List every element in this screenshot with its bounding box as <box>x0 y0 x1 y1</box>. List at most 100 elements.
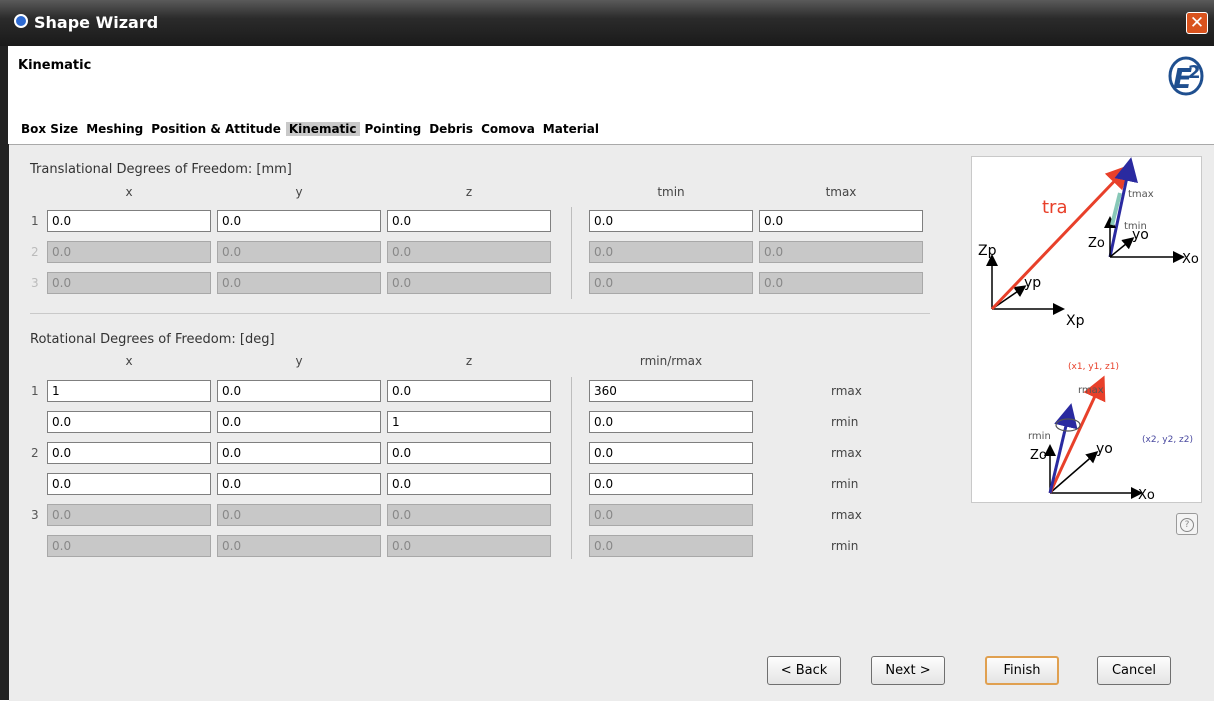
trans-tmin-field[interactable] <box>589 241 753 263</box>
trans-header-z: z <box>465 185 473 199</box>
rot-row-label: rmax <box>831 508 862 522</box>
rot-rmin-rmax-field[interactable] <box>589 473 753 495</box>
app-icon <box>14 14 28 28</box>
label-rmax: rmax <box>1078 385 1104 396</box>
trans-z-field[interactable] <box>387 272 551 294</box>
rot-rmin-rmax-field[interactable] <box>589 380 753 402</box>
tab-box-size[interactable]: Box Size <box>18 122 81 136</box>
rot-z-field[interactable] <box>387 411 551 433</box>
page-title: Kinematic <box>18 58 92 73</box>
next-button[interactable]: Next > <box>871 656 945 685</box>
trans-y-field[interactable] <box>217 210 381 232</box>
tab-debris[interactable]: Debris <box>426 122 476 136</box>
label-tmax: tmax <box>1128 189 1154 200</box>
rot-z-field[interactable] <box>387 473 551 495</box>
rot-z-field[interactable] <box>387 504 551 526</box>
rot-row-number: 2 <box>31 446 39 460</box>
trans-tmax-field[interactable] <box>759 241 923 263</box>
rot-x-field[interactable] <box>47 411 211 433</box>
rot-rmin-rmax-field[interactable] <box>589 442 753 464</box>
close-button[interactable]: ✕ <box>1186 12 1208 34</box>
rot-z-field[interactable] <box>387 442 551 464</box>
rot-x-field[interactable] <box>47 380 211 402</box>
tab-material[interactable]: Material <box>540 122 602 136</box>
trans-tmax-field[interactable] <box>759 210 923 232</box>
kinematic-diagram: tra tmax tmin Zp yp Xp Zo yo Xo (x1, y1,… <box>971 156 1202 503</box>
label-yo-rot: yo <box>1096 441 1113 457</box>
tab-comova[interactable]: Comova <box>478 122 538 136</box>
rot-x-field[interactable] <box>47 442 211 464</box>
rot-x-field[interactable] <box>47 473 211 495</box>
trans-x-field[interactable] <box>47 272 211 294</box>
rot-row-label: rmax <box>831 446 862 460</box>
trans-header-x: x <box>125 185 133 199</box>
rot-z-field[interactable] <box>387 380 551 402</box>
label-xo: Xo <box>1182 252 1199 267</box>
label-xo-rot: Xo <box>1138 488 1155 502</box>
label-yp: yp <box>1024 275 1041 291</box>
svg-text:2: 2 <box>1188 62 1201 83</box>
help-icon: ? <box>1180 518 1194 532</box>
trans-x-field[interactable] <box>47 241 211 263</box>
rot-header-rmin-rmax: rmin/rmax <box>639 354 703 368</box>
rot-rmin-rmax-field[interactable] <box>589 535 753 557</box>
label-p2: (x2, y2, z2) <box>1142 435 1193 445</box>
label-zo: Zo <box>1088 236 1105 251</box>
help-button[interactable]: ? <box>1176 513 1198 535</box>
tab-position-attitude[interactable]: Position & Attitude <box>148 122 284 136</box>
trans-z-field[interactable] <box>387 210 551 232</box>
label-rmin: rmin <box>1028 431 1051 442</box>
trans-y-field[interactable] <box>217 241 381 263</box>
rot-row-number: 3 <box>31 508 39 522</box>
rot-header-z: z <box>465 354 473 368</box>
trans-z-field[interactable] <box>387 241 551 263</box>
rot-x-field[interactable] <box>47 535 211 557</box>
label-yo: yo <box>1132 227 1149 243</box>
tab-kinematic[interactable]: Kinematic <box>285 122 360 136</box>
rot-y-field[interactable] <box>217 504 381 526</box>
label-zo-rot: Zo <box>1030 448 1047 463</box>
trans-x-field[interactable] <box>47 210 211 232</box>
tab-meshing[interactable]: Meshing <box>83 122 146 136</box>
rot-header-y: y <box>295 354 303 368</box>
trans-row-number: 2 <box>31 245 39 259</box>
section-divider <box>30 313 930 314</box>
label-tra: tra <box>1042 197 1068 218</box>
trans-header-tmin: tmin <box>657 185 685 199</box>
tab-bar: Box Size Meshing Position & Attitude Kinema… <box>18 122 604 136</box>
rot-rmin-rmax-field[interactable] <box>589 411 753 433</box>
label-xp: Xp <box>1066 313 1085 329</box>
e2-logo-icon: E 2 <box>1168 56 1204 96</box>
cancel-button[interactable]: Cancel <box>1097 656 1171 685</box>
trans-row-number: 3 <box>31 276 39 290</box>
back-button[interactable]: < Back <box>767 656 841 685</box>
rot-rmin-rmax-field[interactable] <box>589 504 753 526</box>
rot-y-field[interactable] <box>217 380 381 402</box>
rot-y-field[interactable] <box>217 442 381 464</box>
rot-x-field[interactable] <box>47 504 211 526</box>
trans-header-tmax: tmax <box>825 185 857 199</box>
finish-button[interactable]: Finish <box>985 656 1059 685</box>
wizard-header: Kinematic E 2 Box Size Meshing Position & … <box>8 46 1214 144</box>
rot-row-label: rmin <box>831 415 859 429</box>
rot-row-label: rmin <box>831 477 859 491</box>
window-frame <box>0 46 9 700</box>
trans-tmax-field[interactable] <box>759 272 923 294</box>
rot-y-field[interactable] <box>217 535 381 557</box>
trans-tmin-field[interactable] <box>589 272 753 294</box>
rot-header-x: x <box>125 354 133 368</box>
tab-pointing[interactable]: Pointing <box>362 122 425 136</box>
rot-row-label: rmin <box>831 539 859 553</box>
kinematic-panel: Translational Degrees of Freedom: [mm] R… <box>9 144 1214 701</box>
rot-y-field[interactable] <box>217 473 381 495</box>
trans-y-field[interactable] <box>217 272 381 294</box>
rot-row-label: rmax <box>831 384 862 398</box>
rot-z-field[interactable] <box>387 535 551 557</box>
trans-header-y: y <box>295 185 303 199</box>
rot-y-field[interactable] <box>217 411 381 433</box>
trans-row-number: 1 <box>31 214 39 228</box>
translational-title: Translational Degrees of Freedom: [mm] <box>30 162 292 177</box>
trans-tmin-field[interactable] <box>589 210 753 232</box>
rot-column-divider <box>571 377 572 559</box>
rotational-title: Rotational Degrees of Freedom: [deg] <box>30 332 275 347</box>
